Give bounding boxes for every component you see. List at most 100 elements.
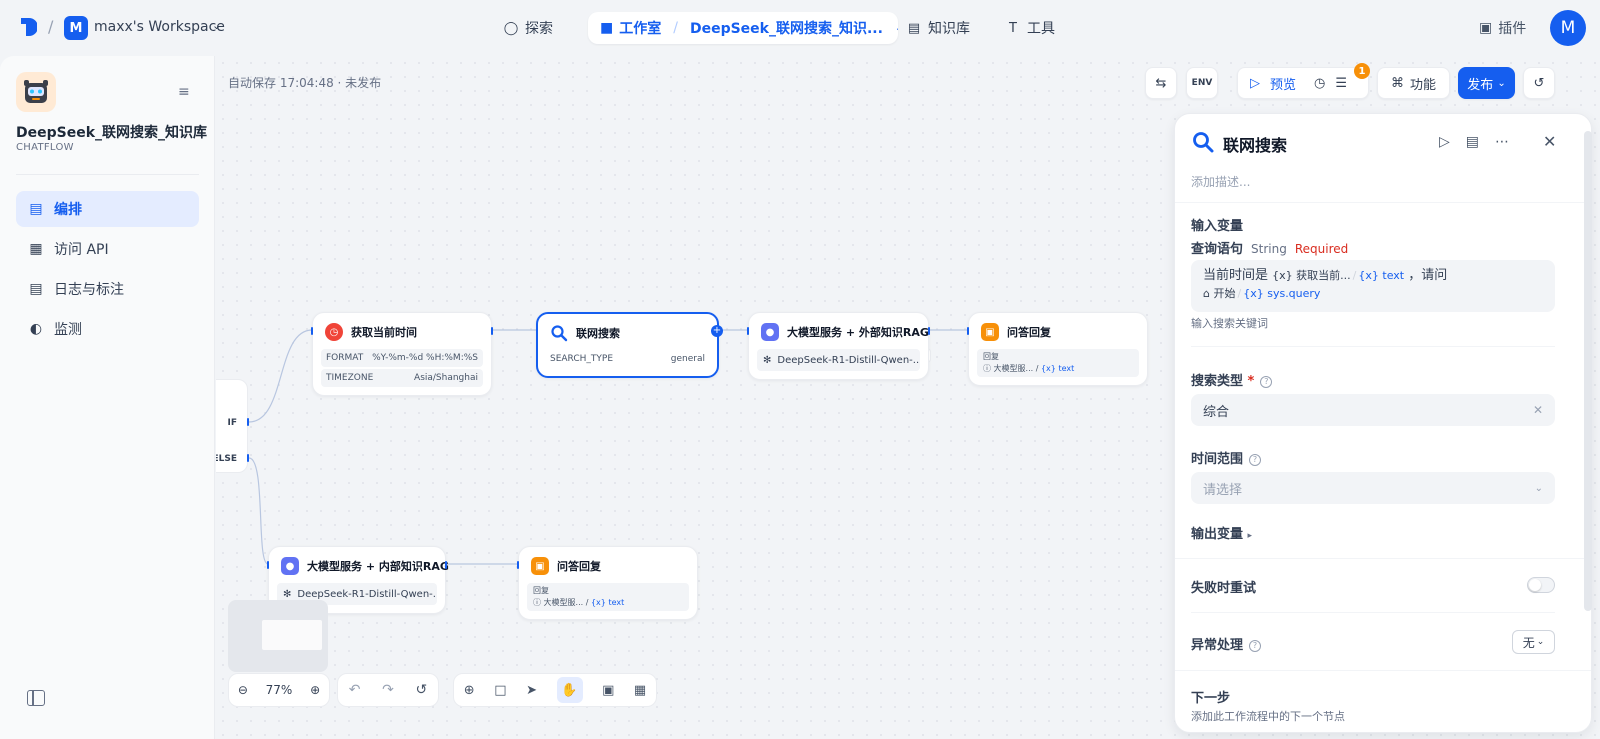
top-navbar: / M maxx's Workspace ⌄ ◯ 探索 ■ 工作室 / Deep…: [0, 0, 1600, 56]
add-block-icon[interactable]: ⊕: [464, 683, 475, 698]
query-hint: 输入搜索关键词: [1191, 317, 1268, 330]
description-input[interactable]: 添加描述...: [1191, 173, 1250, 190]
model-selector: ✻ DeepSeek-R1-Distill-Qwen-...: [757, 349, 920, 371]
user-avatar[interactable]: M: [1550, 10, 1586, 46]
nav-knowledge[interactable]: ▤ 知识库: [906, 18, 970, 38]
zoom-in-icon[interactable]: ⊕: [310, 683, 320, 697]
nav-explore-label: 探索: [525, 21, 553, 37]
web-search-node[interactable]: 联网搜索 SEARCH_TYPE general +: [536, 312, 723, 378]
node-input-handle[interactable]: [747, 327, 749, 335]
variable-chip[interactable]: {x} 获取当前... / {x} text: [1272, 269, 1404, 282]
run-history-icon[interactable]: ◷: [1314, 76, 1325, 91]
ref-var: text: [608, 598, 625, 607]
node-output-handle[interactable]: [491, 327, 493, 335]
chevron-down-icon[interactable]: ⌄: [895, 23, 898, 34]
zoom-level[interactable]: 77%: [266, 683, 293, 697]
minimap[interactable]: [228, 600, 328, 672]
output-vars-toggle[interactable]: 输出变量 ▸: [1191, 523, 1252, 542]
minimap-viewport[interactable]: [262, 620, 322, 650]
node-param: TIMEZONE Asia/Shanghai: [321, 369, 483, 387]
nav-studio-label[interactable]: 工作室: [619, 18, 661, 38]
pointer-icon[interactable]: ➤: [526, 683, 537, 698]
param-key: TIMEZONE: [326, 373, 374, 383]
search-type-select[interactable]: 综合 ✕: [1191, 394, 1555, 426]
panel-scrollbar[interactable]: [1584, 131, 1592, 611]
sidebar-item-api[interactable]: ▦ 访问 API: [16, 231, 199, 267]
features-label: 功能: [1409, 77, 1436, 93]
answer-node-1[interactable]: ▣ 问答回复 回复 ⓘ 大模型服... / {x} text: [967, 312, 1148, 386]
workspace-name[interactable]: maxx's Workspace: [94, 19, 225, 35]
hand-icon[interactable]: ✋: [556, 677, 583, 703]
nav-explore[interactable]: ◯ 探索: [503, 18, 553, 38]
env-variables-icon[interactable]: ENV: [1186, 67, 1218, 99]
answer-ref: ⓘ 大模型服... / {x} text: [533, 598, 625, 607]
error-handling-select[interactable]: 无 ⌄: [1512, 630, 1555, 654]
chevron-down-icon[interactable]: ⌄: [212, 19, 221, 32]
export-image-icon[interactable]: ▣: [602, 683, 614, 698]
node-output-handle[interactable]: [247, 418, 249, 426]
node-output-handle[interactable]: [247, 454, 249, 462]
sidebar-collapse-icon[interactable]: [27, 690, 45, 706]
chip-var: sys.query: [1267, 287, 1321, 300]
redo-icon[interactable]: ↷: [382, 682, 394, 698]
more-icon[interactable]: ⋯: [1495, 134, 1509, 150]
app-title: DeepSeek_联网搜索_知识库: [16, 125, 208, 141]
undo-icon[interactable]: ↶: [349, 682, 361, 698]
publish-button[interactable]: 发布 ⌄: [1458, 67, 1515, 99]
current-app-label[interactable]: DeepSeek_联网搜索_知识...: [690, 18, 883, 38]
app-settings-icon[interactable]: ≡: [178, 84, 190, 100]
layout-icon: ▤: [29, 201, 43, 217]
query-input[interactable]: 当前时间是 {x} 获取当前... / {x} text ，请问 ⌂ 开始 / {x} …: [1191, 260, 1555, 312]
llm-external-rag-node[interactable]: ● 大模型服务 + 外部知识RAG ✻ DeepSeek-R1-Distill-…: [747, 312, 930, 380]
answer-node-2[interactable]: ▣ 问答回复 回复 ⓘ 大模型服... / {x} text: [517, 546, 698, 620]
zoom-controls: ⊖ 77% ⊕: [228, 673, 330, 707]
plugins-link[interactable]: ▣ 插件: [1479, 18, 1526, 38]
param-value: %Y-%m-%d %H:%M:%S: [372, 353, 478, 363]
node-input-handle[interactable]: [311, 327, 313, 335]
run-node-icon[interactable]: ▷: [1439, 134, 1450, 150]
add-node-icon[interactable]: +: [711, 325, 723, 337]
query-text: 当前时间是: [1203, 268, 1269, 283]
features-button[interactable]: ⌘ 功能: [1377, 67, 1450, 99]
node-output-handle[interactable]: [445, 561, 447, 569]
add-note-icon[interactable]: □: [494, 683, 506, 698]
workspace-avatar[interactable]: M: [64, 16, 88, 40]
logo-icon[interactable]: [19, 16, 37, 38]
play-icon[interactable]: ▷: [1250, 76, 1260, 91]
clear-icon[interactable]: ✕: [1533, 403, 1543, 417]
error-handling-label: 异常处理?: [1191, 634, 1262, 653]
sidebar-item-orchestrate[interactable]: ▤ 编排: [16, 191, 199, 227]
history-icon[interactable]: ↺: [415, 682, 427, 698]
query-text: ，请问: [1408, 268, 1448, 283]
get-time-node[interactable]: ◷ 获取当前时间 FORMAT %Y-%m-%d %H:%M:%S TIMEZO…: [311, 312, 493, 396]
nav-studio[interactable]: ■ 工作室 / DeepSeek_联网搜索_知识... ⌄: [588, 12, 898, 44]
help-icon[interactable]: ?: [1249, 453, 1262, 466]
node-input-handle[interactable]: [517, 561, 519, 569]
variable-chip[interactable]: ⌂ 开始 / {x} sys.query: [1203, 287, 1320, 300]
help-icon[interactable]: ?: [1249, 639, 1262, 652]
nav-tools[interactable]: T 工具: [1005, 18, 1055, 38]
time-range-label-text: 时间范围: [1191, 452, 1244, 467]
node-input-handle[interactable]: [267, 561, 269, 569]
organize-icon[interactable]: ▦: [634, 683, 646, 698]
checklist-icon[interactable]: ☰: [1335, 76, 1347, 91]
sidebar-item-monitor[interactable]: ◐ 监测: [16, 311, 199, 347]
help-icon[interactable]: ?: [1260, 375, 1273, 388]
help-doc-icon[interactable]: ▤: [1466, 134, 1479, 150]
sidebar-item-logs[interactable]: ▤ 日志与标注: [16, 271, 199, 307]
app-type: CHATFLOW: [16, 142, 74, 153]
node-input-handle[interactable]: [967, 327, 969, 335]
version-history-icon[interactable]: ↺: [1523, 67, 1555, 99]
app-icon: [16, 72, 56, 112]
zoom-out-icon[interactable]: ⊖: [238, 683, 248, 697]
preview-button[interactable]: 预览: [1270, 74, 1296, 93]
divider: [1175, 202, 1591, 203]
close-icon[interactable]: ✕: [1543, 132, 1556, 151]
compass-icon: ◯: [503, 20, 519, 36]
time-range-select[interactable]: 请选择 ⌄: [1191, 472, 1555, 504]
if-else-node[interactable]: IF ELSE: [216, 379, 249, 473]
node-output-handle[interactable]: [928, 327, 930, 335]
compare-icon[interactable]: ⇆: [1145, 67, 1177, 99]
retry-toggle[interactable]: [1527, 577, 1555, 593]
model-icon: ✻: [763, 354, 772, 366]
